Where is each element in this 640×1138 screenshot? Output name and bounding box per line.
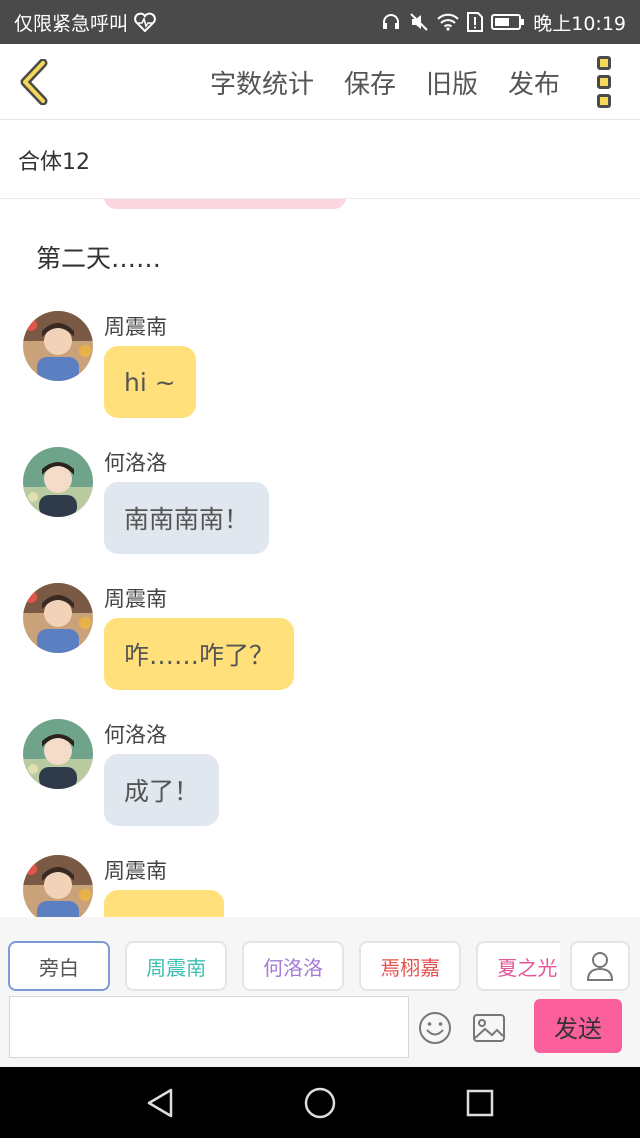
nav-recents-button[interactable] [456, 1079, 504, 1127]
chat-content[interactable]: 第二天…… 周震南 hi ~ 何洛洛 南南南南！ 周震南 咋……咋了？ 何洛洛 … [0, 199, 640, 917]
sim-alert-icon [467, 12, 484, 32]
sender-name: 周震南 [104, 315, 167, 339]
message-input[interactable] [9, 996, 409, 1058]
narration-text: 第二天…… [36, 244, 162, 273]
sender-name: 周震南 [104, 587, 167, 611]
nav-back-button[interactable] [136, 1079, 184, 1127]
avatar[interactable] [23, 719, 93, 789]
message-bubble[interactable] [104, 890, 224, 917]
previous-bubble-edge [104, 199, 346, 209]
emoji-button[interactable] [418, 1011, 452, 1045]
more-menu-button[interactable] [592, 56, 616, 108]
person-icon [586, 952, 614, 981]
manage-characters-button[interactable] [570, 941, 630, 991]
square-recents-icon [466, 1089, 494, 1116]
character-selector[interactable]: 旁白 周震南 何洛洛 焉栩嘉 夏之光 [8, 941, 560, 991]
send-button[interactable]: 发送 [534, 999, 622, 1053]
sender-name: 周震南 [104, 859, 167, 883]
back-button[interactable] [14, 58, 54, 106]
avatar[interactable] [23, 855, 93, 917]
character-chip[interactable]: 夏之光 [476, 941, 560, 991]
system-nav-bar [0, 1067, 640, 1138]
avatar[interactable] [23, 447, 93, 517]
save-button[interactable]: 保存 [344, 64, 396, 101]
character-chip[interactable]: 焉栩嘉 [359, 941, 462, 991]
character-chip[interactable]: 周震南 [125, 941, 228, 991]
clock-text: 晚上10:19 [533, 12, 626, 35]
message-bubble[interactable]: 南南南南！ [104, 482, 270, 554]
image-button[interactable] [472, 1011, 506, 1045]
mute-icon [409, 12, 429, 32]
more-dot-icon [597, 56, 611, 70]
word-count-button[interactable]: 字数统计 [210, 64, 314, 101]
message-bubble[interactable]: 咋……咋了？ [104, 618, 295, 690]
character-chip-narrator[interactable]: 旁白 [8, 941, 110, 991]
battery-icon [491, 13, 525, 31]
headset-icon [381, 12, 401, 32]
avatar[interactable] [23, 583, 93, 653]
heartbeat-icon [134, 12, 156, 32]
composer-panel: 旁白 周震南 何洛洛 焉栩嘉 夏之光 发送 [0, 917, 640, 1067]
status-bar: 仅限紧急呼叫 晚上10:19 [0, 0, 640, 44]
image-icon [473, 1014, 505, 1042]
nav-home-button[interactable] [296, 1079, 344, 1127]
emoji-icon [419, 1012, 451, 1044]
toolbar-actions: 字数统计 保存 旧版 发布 [210, 44, 560, 120]
circle-home-icon [304, 1087, 336, 1118]
message-bubble[interactable]: hi ~ [104, 346, 196, 418]
sender-name: 何洛洛 [104, 451, 167, 475]
character-chip[interactable]: 何洛洛 [242, 941, 345, 991]
triangle-back-icon [147, 1088, 173, 1117]
sender-name: 何洛洛 [104, 723, 167, 747]
publish-button[interactable]: 发布 [508, 64, 560, 101]
old-version-button[interactable]: 旧版 [426, 64, 478, 101]
wifi-icon [437, 13, 459, 31]
chevron-left-icon [20, 59, 48, 105]
editor-toolbar: 字数统计 保存 旧版 发布 [0, 44, 640, 120]
more-dot-icon [597, 75, 611, 89]
emergency-call-text: 仅限紧急呼叫 [14, 12, 129, 35]
avatar[interactable] [23, 311, 93, 381]
more-dot-icon [597, 94, 611, 108]
message-bubble[interactable]: 成了！ [104, 754, 220, 826]
story-title[interactable]: 合体12 [0, 121, 640, 199]
